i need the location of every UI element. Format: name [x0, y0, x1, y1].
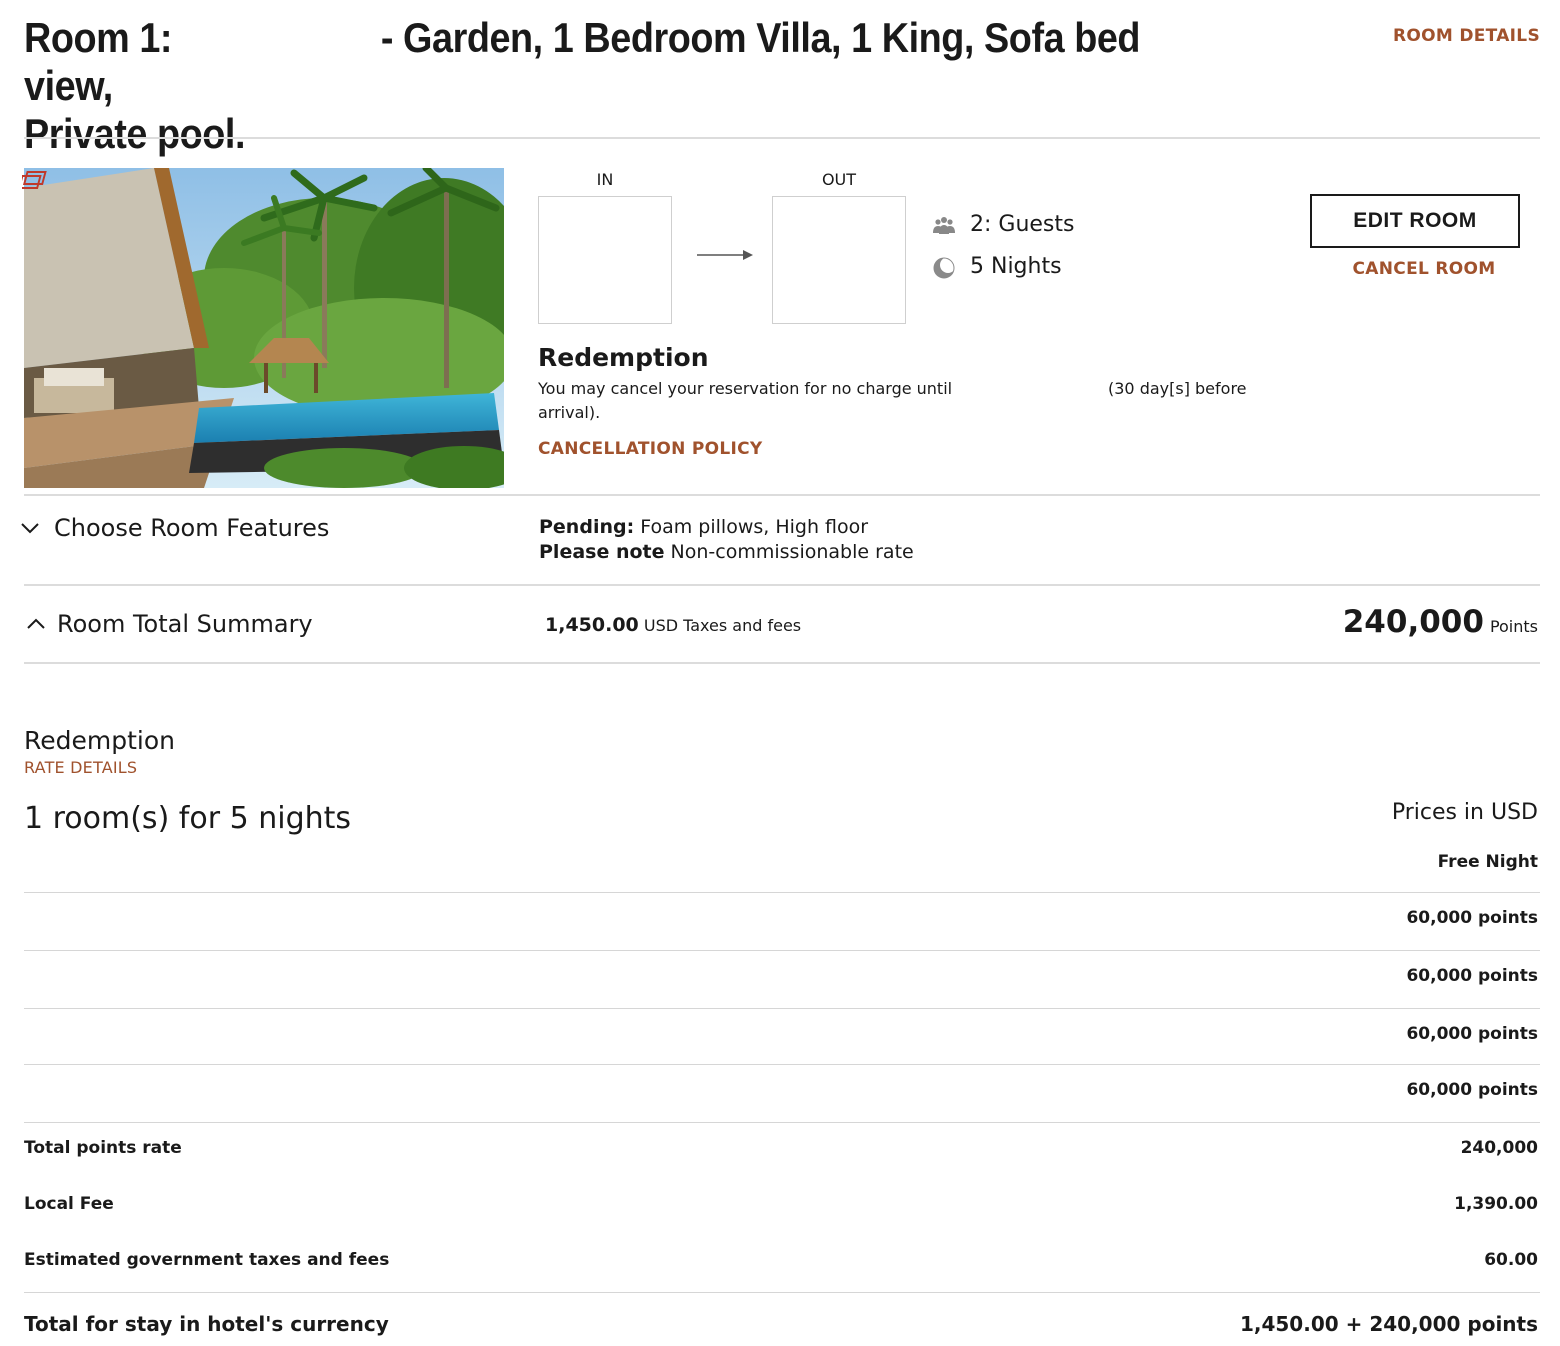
nightly-rate: 60,000 points [1406, 908, 1538, 928]
divider [24, 584, 1540, 586]
stay-heading: 1 room(s) for 5 nights [24, 801, 352, 836]
cancellation-policy-link[interactable]: CANCELLATION POLICY [538, 439, 763, 459]
total-points-rate-label: Total points rate [24, 1138, 182, 1158]
grand-total-value: 1,450.00 + 240,000 points [1239, 1312, 1538, 1336]
nightly-rate: 60,000 points [1406, 966, 1538, 986]
edit-room-button[interactable]: EDIT ROOM [1310, 194, 1520, 248]
check-in-label: IN [596, 170, 614, 189]
local-fee-value: 1,390.00 [1454, 1194, 1538, 1214]
room-name: - Garden, 1 Bedroom Villa, 1 King, Sofa … [24, 14, 1141, 109]
choose-room-features-label: Choose Room Features [54, 514, 330, 542]
pending-features: Pending: Foam pillows, High floor [539, 515, 914, 540]
points-label: Points [1489, 617, 1538, 636]
taxes-label: USD Taxes and fees [638, 616, 802, 635]
divider [24, 1064, 1540, 1065]
taxes-and-fees: 1,450.00 USD Taxes and fees [545, 614, 801, 636]
check-out-date-box [772, 196, 906, 324]
chevron-down-icon [21, 523, 39, 534]
moon-icon [932, 255, 956, 279]
choose-room-features-toggle[interactable]: Choose Room Features [20, 514, 329, 542]
divider [24, 1122, 1540, 1123]
note-value: Non-commissionable rate [664, 541, 914, 563]
cancel-room-link[interactable]: CANCEL ROOM [1310, 259, 1538, 279]
room-number: Room 1: [24, 14, 173, 61]
divider [24, 1292, 1540, 1293]
free-night-label: Free Night [1437, 852, 1538, 872]
rate-details-title: Redemption [24, 726, 175, 755]
cancellation-text: You may cancel your reservation for no c… [538, 377, 1258, 425]
pending-label: Pending: [539, 516, 635, 538]
taxes-amount: 1,450.00 [545, 614, 639, 636]
government-taxes-label: Estimated government taxes and fees [24, 1250, 390, 1270]
rate-name: Redemption [538, 343, 709, 372]
nights-info: 5 Nights [932, 254, 1062, 279]
guests-count: 2: Guests [970, 212, 1075, 237]
pending-value: Foam pillows, High floor [634, 516, 869, 538]
points-amount: 240,000 [1342, 604, 1484, 640]
photo-gallery-icon[interactable] [17, 170, 48, 192]
rate-note: Please note Non-commissionable rate [539, 540, 914, 565]
divider [24, 137, 1540, 139]
guests-icon [932, 213, 956, 237]
arrow-right-icon [697, 246, 755, 264]
note-label: Please note [539, 541, 665, 563]
rate-details-link[interactable]: RATE DETAILS [24, 758, 137, 777]
total-points-rate-value: 240,000 [1460, 1138, 1538, 1158]
room-features-summary: Pending: Foam pillows, High floor Please… [539, 515, 914, 565]
divider [24, 950, 1540, 951]
nightly-rate: 60,000 points [1406, 1024, 1538, 1044]
guests-info: 2: Guests [932, 212, 1074, 237]
divider [24, 662, 1540, 664]
cancellation-deadline: (30 day[s] before [1108, 379, 1247, 398]
room-name-continued: Private pool. [24, 110, 246, 157]
currency-note: Prices in USD [1391, 800, 1538, 825]
room-details-link[interactable]: ROOM DETAILS [1393, 26, 1540, 46]
government-taxes-value: 60.00 [1484, 1250, 1538, 1270]
check-out-label: OUT [821, 170, 857, 189]
room-total-summary-toggle[interactable]: Room Total Summary [26, 610, 313, 638]
divider [24, 892, 1540, 893]
chevron-up-icon [27, 618, 45, 629]
check-in-date-box [538, 196, 672, 324]
grand-total-label: Total for stay in hotel's currency [24, 1312, 389, 1336]
cancellation-text-main: You may cancel your reservation for no c… [538, 379, 953, 398]
local-fee-label: Local Fee [24, 1194, 114, 1214]
divider [24, 494, 1540, 496]
cancellation-text-cont: arrival). [538, 403, 601, 422]
nightly-rate: 60,000 points [1406, 1080, 1538, 1100]
divider [24, 1008, 1540, 1009]
room-photo [24, 168, 504, 488]
room-total-summary-label: Room Total Summary [57, 610, 313, 638]
points-total: 240,000 Points [1343, 604, 1538, 640]
nights-count: 5 Nights [970, 254, 1062, 279]
